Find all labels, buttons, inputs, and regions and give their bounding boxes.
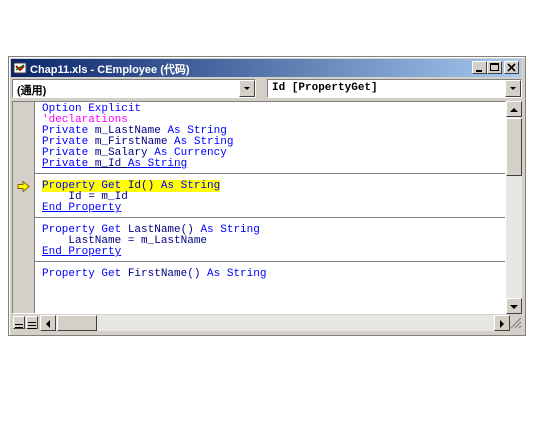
code-window: Chap11.xls - CEmployee (代码) (通用) Id [Pro… bbox=[8, 56, 526, 336]
vertical-scrollbar[interactable] bbox=[506, 101, 522, 314]
full-module-view-icon bbox=[28, 322, 36, 329]
object-dropdown[interactable]: (通用) bbox=[12, 79, 256, 98]
code-line[interactable]: Property Get FirstName() As String bbox=[42, 269, 505, 280]
procedure-separator bbox=[35, 217, 505, 218]
code-text[interactable]: Option Explicit'declarations Private m_La… bbox=[42, 104, 505, 280]
full-module-view-button[interactable] bbox=[26, 316, 38, 329]
procedure-view-button[interactable] bbox=[13, 316, 25, 329]
close-icon bbox=[507, 63, 516, 72]
minimize-icon bbox=[476, 70, 482, 72]
code-line[interactable]: End Property bbox=[42, 247, 505, 258]
scroll-up-button[interactable] bbox=[506, 101, 522, 117]
code-token: End Property bbox=[42, 246, 122, 258]
code-token: As String bbox=[207, 268, 267, 280]
vba-module-icon bbox=[13, 62, 27, 74]
code-editor[interactable]: Option Explicit'declarations Private m_La… bbox=[12, 101, 506, 314]
code-token: FirstName() bbox=[121, 268, 208, 280]
scroll-down-button[interactable] bbox=[506, 298, 522, 314]
arrow-down-icon bbox=[510, 305, 518, 309]
object-dropdown-value: (通用) bbox=[17, 85, 47, 97]
procedure-dropdown-value: Id [PropertyGet] bbox=[272, 82, 378, 94]
procedure-view-icon bbox=[15, 324, 23, 328]
scroll-right-button[interactable] bbox=[494, 315, 510, 331]
code-token: As String bbox=[160, 180, 221, 192]
code-token: Property Get bbox=[42, 268, 122, 280]
vertical-scroll-thumb[interactable] bbox=[506, 118, 522, 176]
object-dropdown-button[interactable] bbox=[239, 80, 255, 97]
bottom-bar bbox=[12, 315, 522, 331]
arrow-up-icon bbox=[510, 108, 518, 112]
minimize-button[interactable] bbox=[472, 61, 487, 74]
code-token: As String bbox=[200, 224, 260, 236]
chevron-down-icon bbox=[244, 87, 250, 90]
code-token: End Property bbox=[42, 202, 122, 214]
execution-arrow-icon bbox=[17, 181, 30, 192]
code-token: m_Id bbox=[88, 158, 128, 170]
procedure-separator bbox=[35, 173, 505, 174]
horizontal-scrollbar[interactable] bbox=[40, 315, 510, 331]
arrow-left-icon bbox=[46, 320, 50, 328]
close-button[interactable] bbox=[504, 61, 519, 74]
horizontal-scroll-thumb[interactable] bbox=[57, 315, 97, 331]
resize-grip-icon[interactable] bbox=[510, 317, 522, 329]
code-token: As String bbox=[127, 158, 188, 170]
maximize-icon bbox=[490, 63, 499, 71]
arrow-right-icon bbox=[500, 320, 504, 328]
window-title: Chap11.xls - CEmployee (代码) bbox=[30, 64, 190, 76]
procedure-separator bbox=[35, 261, 505, 262]
maximize-button[interactable] bbox=[487, 61, 502, 74]
chevron-down-icon bbox=[510, 87, 516, 90]
scroll-left-button[interactable] bbox=[40, 315, 56, 331]
code-token: Private bbox=[42, 158, 89, 170]
code-line[interactable]: Private m_Id As String bbox=[42, 159, 505, 170]
procedure-dropdown[interactable]: Id [PropertyGet] bbox=[267, 79, 522, 98]
title-bar[interactable]: Chap11.xls - CEmployee (代码) bbox=[11, 59, 521, 77]
procedure-dropdown-button[interactable] bbox=[505, 80, 521, 97]
margin-indicator-bar[interactable] bbox=[13, 102, 35, 313]
code-line[interactable]: End Property bbox=[42, 203, 505, 214]
